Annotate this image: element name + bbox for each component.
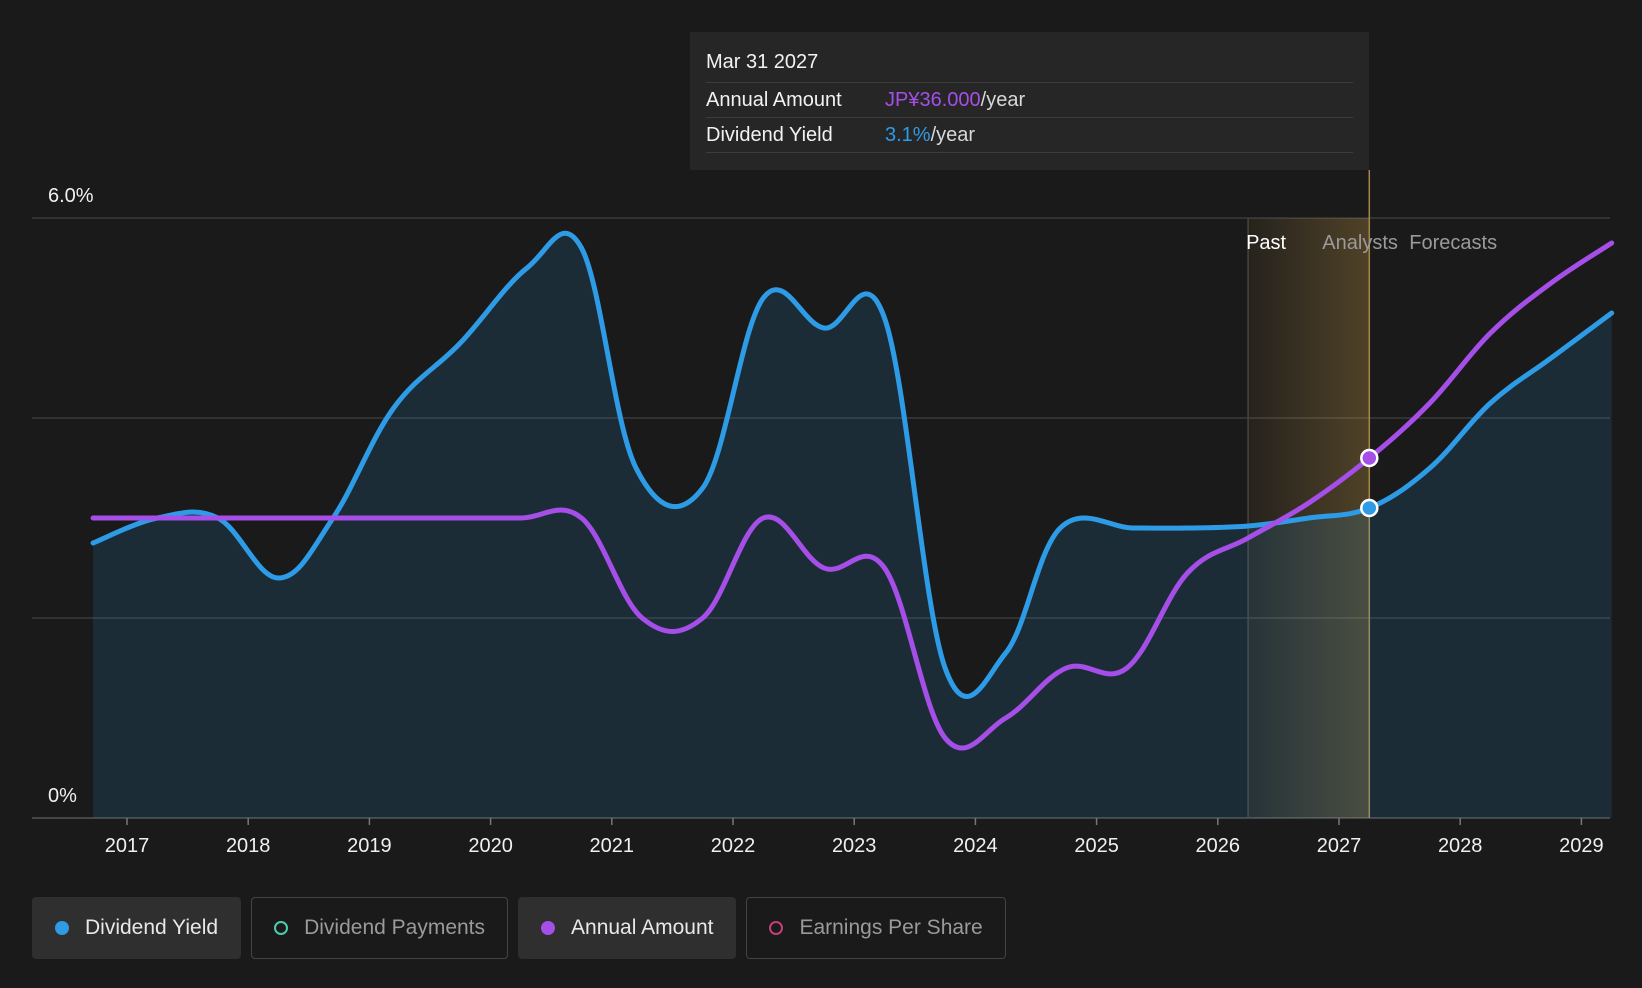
y-tick-label: 6.0% [48, 185, 94, 207]
tooltip-value: 3.1% [885, 124, 931, 146]
legend-toggle-annual-amount[interactable]: Annual Amount [518, 897, 737, 959]
legend-label: Earnings Per Share [799, 916, 983, 939]
x-tick-label: 2023 [832, 835, 877, 857]
x-tick-label: 2020 [468, 835, 513, 857]
legend-label: Dividend Yield [85, 916, 219, 939]
tooltip-value: JP¥36.000 [885, 89, 981, 111]
forecast-label: Forecasts [1409, 232, 1497, 254]
legend-toggle-dividend-yield[interactable]: Dividend Yield [32, 897, 242, 959]
dividend-chart-page: 6.0% 0% 2017 2018 2019 2020 2021 2022 2023 2024 20… [0, 0, 1642, 988]
tooltip-unit: /year [980, 89, 1026, 111]
x-tick-label: 2018 [226, 835, 271, 857]
tooltip-unit: /year [930, 124, 976, 146]
tooltip-row-annual: Annual Amount JP¥36.000 /year [706, 83, 1353, 118]
x-tick-label: 2021 [590, 835, 635, 857]
y-tick-label: 0% [48, 785, 77, 807]
annual-amount-hover-point [1360, 448, 1379, 468]
tooltip-label: Annual Amount [706, 89, 842, 111]
x-tick-label: 2027 [1317, 835, 1362, 857]
x-tick-label: 2026 [1196, 835, 1241, 857]
legend-toggle-dividend-payments[interactable]: Dividend Payments [251, 897, 509, 959]
tooltip-label: Dividend Yield [706, 124, 833, 146]
x-tick-label: 2017 [105, 835, 150, 857]
legend-ring-icon [769, 921, 784, 935]
tooltip-date: Mar 31 2027 [706, 48, 1353, 83]
forecast-label: Analysts [1322, 232, 1398, 254]
past-label: Past [1246, 232, 1286, 254]
legend-ring-icon [274, 921, 289, 935]
legend-dot-icon [55, 921, 69, 935]
area-layer [93, 233, 1612, 818]
legend: Dividend Yield Dividend Payments Annual … [32, 897, 1006, 959]
x-tick-label: 2024 [953, 835, 998, 857]
x-tick-label: 2028 [1438, 835, 1483, 857]
x-tick-label: 2019 [347, 835, 392, 857]
tooltip-row-yield: Dividend Yield 3.1% /year [706, 118, 1353, 153]
dividend-yield-hover-point [1360, 498, 1379, 518]
dividend-yield-area [93, 233, 1612, 818]
legend-label: Dividend Payments [304, 916, 486, 939]
hover-tooltip: Mar 31 2027 Annual Amount JP¥36.000 /yea… [690, 32, 1369, 170]
x-tick-label: 2025 [1074, 835, 1119, 857]
x-tick-label: 2029 [1559, 835, 1604, 857]
legend-label: Annual Amount [571, 916, 714, 939]
legend-toggle-earnings-per-share[interactable]: Earnings Per Share [746, 897, 1006, 959]
legend-dot-icon [541, 921, 556, 935]
x-tick-label: 2022 [711, 835, 756, 857]
